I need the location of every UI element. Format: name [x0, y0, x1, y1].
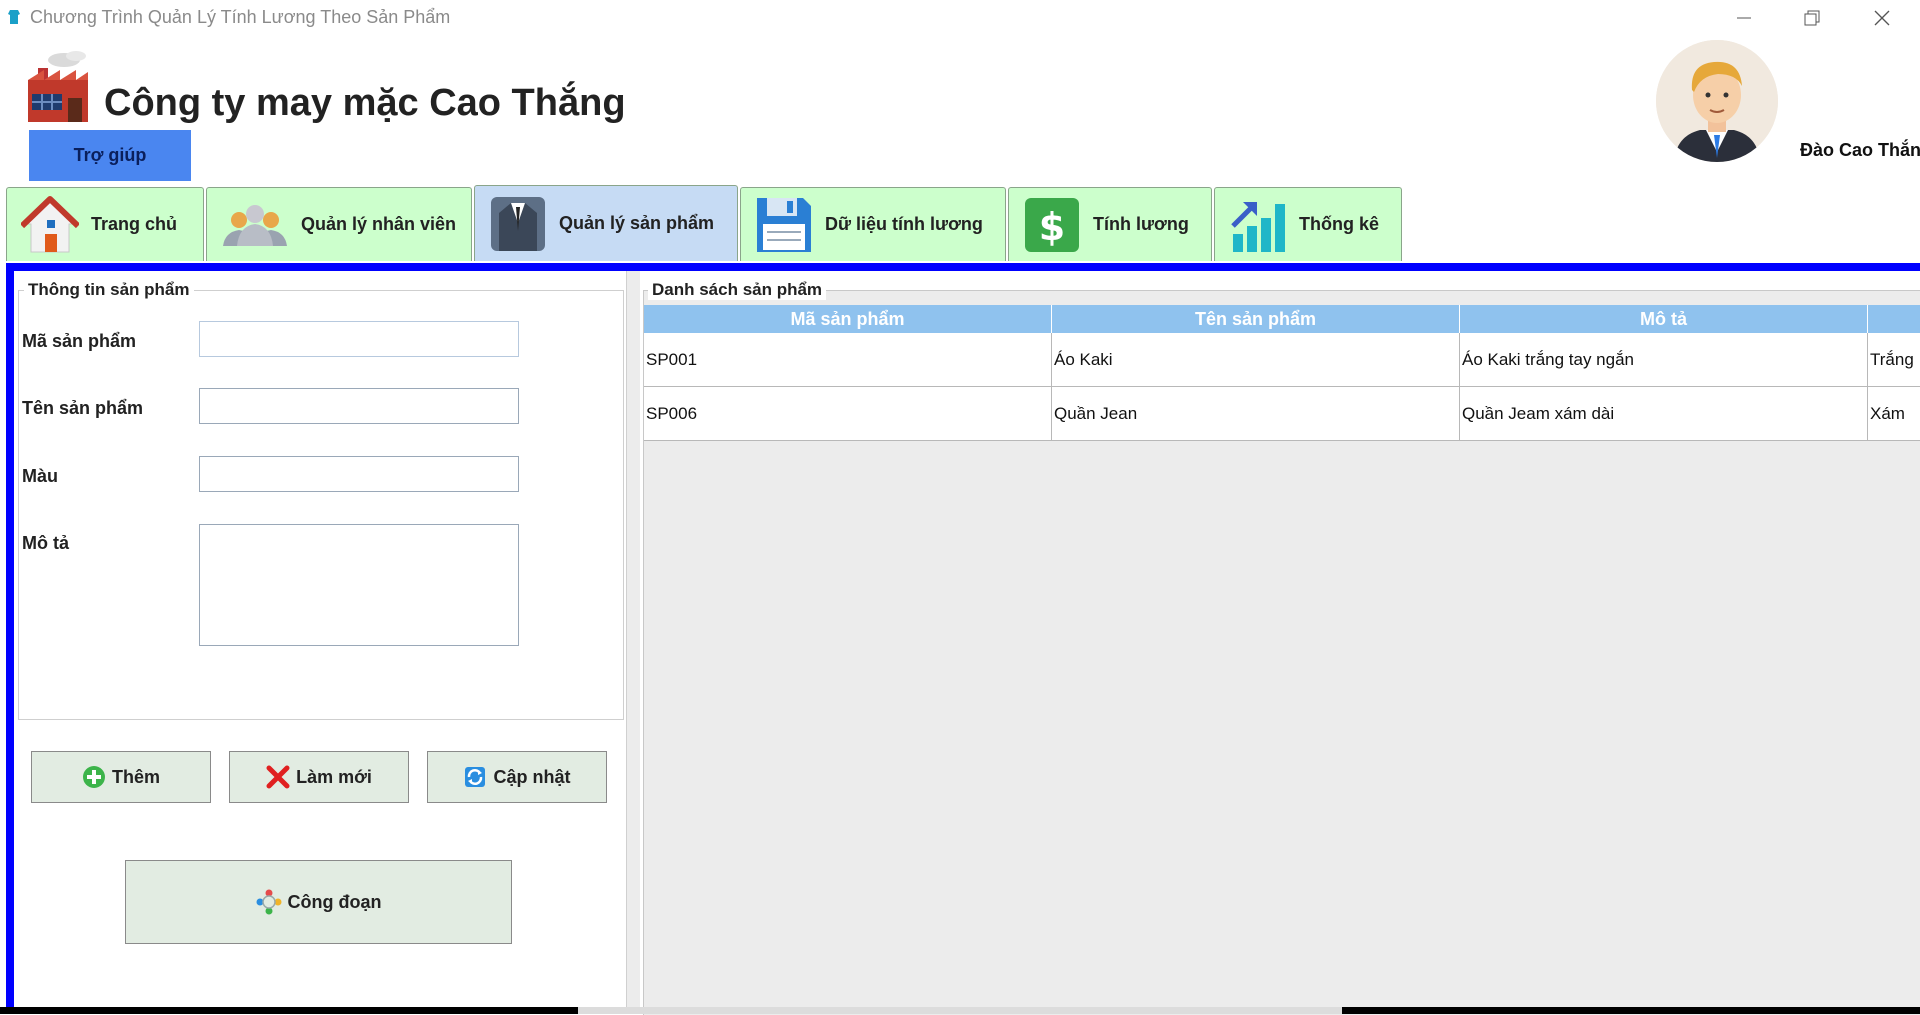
main-tabs: Trang chủ Quản lý nhân viên Quản lý sản …	[6, 185, 1404, 263]
user-name: Đào Cao Thắng	[1800, 140, 1920, 160]
minimize-icon	[1737, 17, 1751, 19]
stages-cycle-icon	[256, 889, 281, 915]
table-cell: SP006	[644, 387, 1052, 441]
table-cell: Trắng	[1868, 333, 1920, 387]
product-info-legend: Thông tin sản phẩm	[24, 280, 194, 300]
table-row[interactable]: SP006 Quần Jean Quần Jeam xám dài Xám	[644, 387, 1920, 441]
plus-circle-icon	[82, 766, 105, 788]
product-color-label: Màu	[22, 466, 58, 486]
add-button[interactable]: Thêm	[31, 751, 211, 803]
user-avatar-icon	[1656, 40, 1778, 162]
table-cell: Áo Kaki	[1052, 333, 1460, 387]
table-cell: Quần Jeam xám dài	[1460, 387, 1868, 441]
stages-button[interactable]: Công đoạn	[125, 860, 512, 944]
product-table: Mã sản phẩm Tên sản phẩm Mô tả SP001 Áo …	[643, 290, 1920, 1015]
table-header: Mã sản phẩm Tên sản phẩm Mô tả	[644, 305, 1920, 333]
table-cell: SP001	[644, 333, 1052, 387]
product-name-input[interactable]	[199, 388, 519, 424]
reset-button-label: Làm mới	[296, 766, 372, 787]
suit-icon	[491, 196, 545, 251]
tab-label: Dữ liệu tính lương	[825, 214, 983, 234]
product-name-label: Tên sản phẩm	[22, 398, 144, 418]
product-list-legend: Danh sách sản phẩm	[648, 280, 827, 300]
refresh-icon	[465, 767, 486, 787]
red-x-icon	[266, 765, 290, 789]
column-header[interactable]: Mô tả	[1460, 305, 1868, 333]
tab-label: Thống kê	[1299, 214, 1379, 234]
tab-label: Trang chủ	[91, 214, 178, 234]
window-title: Chương Trình Quản Lý Tính Lương Theo Sản…	[30, 7, 451, 27]
avatar	[1656, 40, 1778, 162]
product-description-label: Mô tả	[22, 533, 69, 553]
bar-chart-icon	[1231, 201, 1285, 252]
table-cell: Áo Kaki trắng tay ngắn	[1460, 333, 1868, 387]
update-button-label: Cập nhật	[493, 766, 571, 787]
tab-products[interactable]: Quản lý sản phẩm	[474, 185, 738, 261]
update-button[interactable]: Cập nhật	[427, 751, 607, 803]
tab-label: Tính lương	[1093, 214, 1189, 234]
tab-salary[interactable]: $ Tính lương	[1008, 187, 1212, 261]
tab-payroll-data[interactable]: Dữ liệu tính lương	[740, 187, 1006, 261]
product-code-input[interactable]	[199, 321, 519, 357]
tab-employees[interactable]: Quản lý nhân viên	[206, 187, 472, 261]
table-cell: Quần Jean	[1052, 387, 1460, 441]
table-row[interactable]: SP001 Áo Kaki Áo Kaki trắng tay ngắn Trắ…	[644, 333, 1920, 387]
split-divider[interactable]	[626, 271, 640, 1014]
panel-border-left	[6, 263, 14, 1014]
floppy-disk-icon	[757, 197, 811, 252]
tab-label: Quản lý nhân viên	[301, 214, 457, 234]
horizontal-scrollbar[interactable]	[578, 1007, 1342, 1014]
product-code-label: Mã sản phẩm	[22, 331, 137, 351]
restore-button[interactable]	[1778, 0, 1846, 36]
house-icon	[21, 195, 79, 252]
product-color-input[interactable]	[199, 456, 519, 492]
close-icon	[1874, 10, 1890, 26]
close-button[interactable]	[1848, 0, 1916, 36]
app-icon	[8, 10, 20, 24]
tab-label: Quản lý sản phẩm	[559, 213, 715, 233]
people-icon	[223, 204, 287, 246]
stages-button-label: Công đoạn	[287, 891, 382, 912]
column-header[interactable]	[1868, 305, 1920, 333]
tab-home[interactable]: Trang chủ	[6, 187, 204, 261]
panel-border-top	[6, 263, 1920, 271]
dollar-icon: $	[1025, 197, 1079, 252]
minimize-button[interactable]	[1710, 0, 1778, 36]
add-button-label: Thêm	[111, 766, 160, 787]
bottom-bar	[0, 1007, 1920, 1014]
svg-text:$: $	[1039, 205, 1065, 249]
product-description-textarea[interactable]	[199, 524, 519, 646]
column-header[interactable]: Tên sản phẩm	[1052, 305, 1460, 333]
title-bar: Chương Trình Quản Lý Tính Lương Theo Sản…	[0, 0, 1920, 36]
restore-icon	[1804, 10, 1820, 26]
reset-button[interactable]: Làm mới	[229, 751, 409, 803]
factory-logo-icon	[28, 51, 88, 122]
tab-statistics[interactable]: Thống kê	[1214, 187, 1402, 261]
help-button[interactable]: Trợ giúp	[29, 130, 191, 181]
company-name: Công ty may mặc Cao Thắng	[104, 82, 626, 124]
table-cell: Xám	[1868, 387, 1920, 441]
column-header[interactable]: Mã sản phẩm	[644, 305, 1052, 333]
